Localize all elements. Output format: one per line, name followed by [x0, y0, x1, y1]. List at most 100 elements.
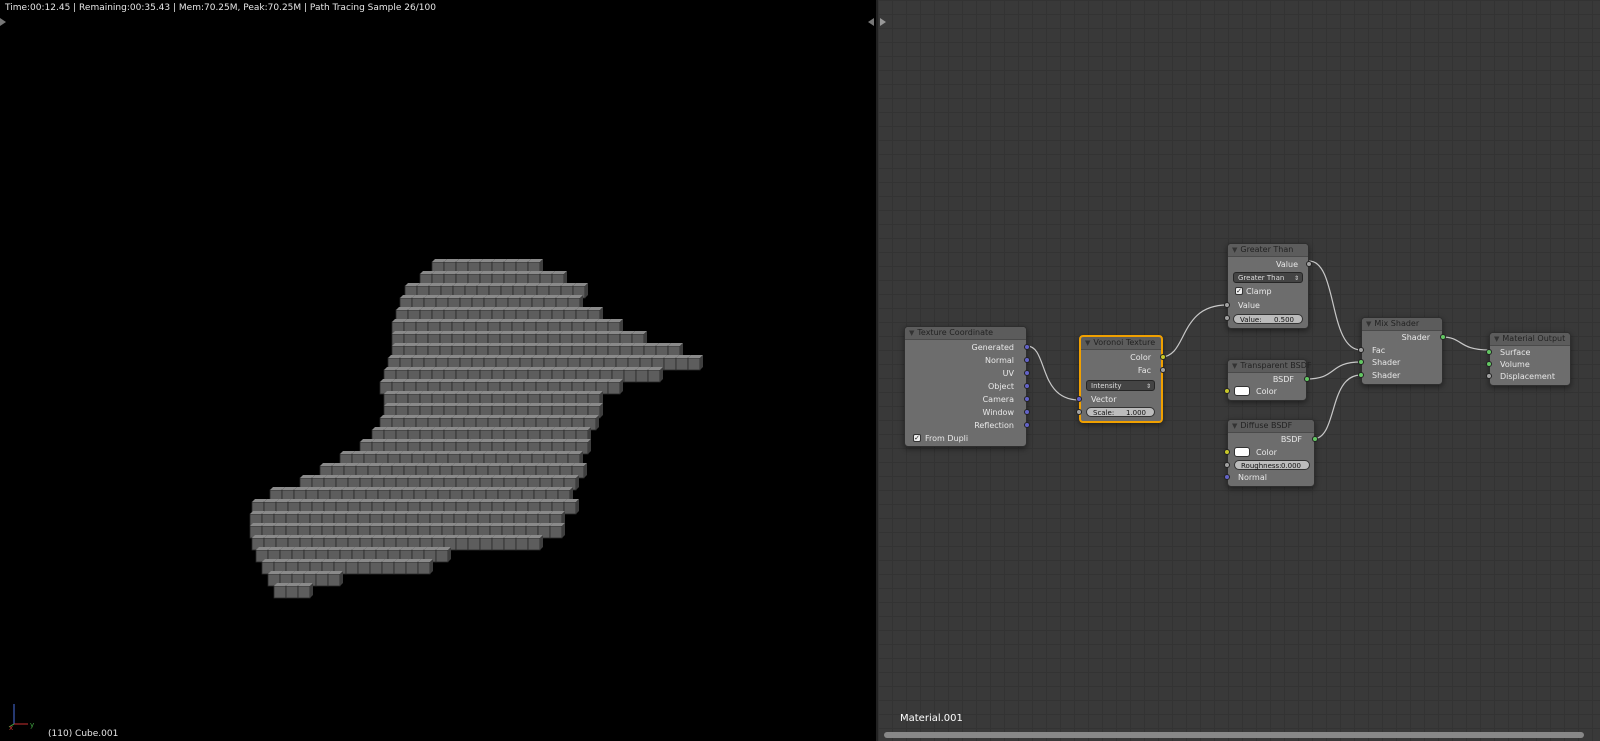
color-swatch[interactable]: [1234, 447, 1250, 457]
input-socket-fac[interactable]: [1358, 347, 1364, 353]
from-dupli-label: From Dupli: [925, 434, 969, 443]
field-value: 0.000: [1280, 462, 1301, 470]
horizontal-scrollbar[interactable]: [884, 732, 1584, 738]
output-label: UV: [1002, 369, 1014, 378]
output-label: BSDF: [1272, 375, 1294, 384]
output-socket[interactable]: [1024, 357, 1030, 363]
output-label: Object: [987, 382, 1014, 391]
clamp-checkbox[interactable]: ✓: [1235, 287, 1243, 295]
input-socket-normal[interactable]: [1224, 474, 1230, 480]
link-generated-vector: [1026, 345, 1080, 401]
axis-x-label: x: [9, 724, 13, 730]
output-socket-bsdf[interactable]: [1304, 376, 1310, 382]
output-label: Reflection: [974, 421, 1014, 430]
output-socket[interactable]: [1024, 409, 1030, 415]
dropdown-value: Intensity: [1091, 382, 1122, 390]
from-dupli-checkbox[interactable]: ✓: [913, 434, 921, 442]
node-title: Greater Than: [1240, 245, 1294, 254]
output-socket-color[interactable]: [1160, 354, 1166, 360]
node-header[interactable]: ▼ Greater Than: [1228, 244, 1308, 257]
input-socket-shader2[interactable]: [1358, 372, 1364, 378]
output-socket-value[interactable]: [1306, 261, 1312, 267]
output-label: Generated: [971, 343, 1014, 352]
roughness-field[interactable]: Roughness: 0.000: [1234, 460, 1310, 470]
dropdown-value: Greater Than: [1238, 274, 1285, 282]
node-header[interactable]: ▼ Transparent BSDF: [1228, 360, 1311, 373]
3d-viewport[interactable]: Time:00:12.45 | Remaining:00:35.43 | Mem…: [0, 0, 876, 741]
node-voronoi-texture[interactable]: ▼ Voronoi Texture Color Fac Intensity ⇕ Ve…: [1076, 335, 1166, 423]
voxel-model-render: [249, 259, 703, 599]
link-color-value: [1160, 304, 1228, 358]
node-header[interactable]: ▼ Material Output: [1490, 333, 1570, 346]
output-label: Camera: [982, 395, 1014, 404]
input-socket-volume[interactable]: [1486, 361, 1492, 367]
output-socket-fac[interactable]: [1160, 367, 1166, 373]
node-transparent-bsdf[interactable]: ▼ Transparent BSDF BSDF Color: [1224, 359, 1311, 401]
output-socket[interactable]: [1024, 422, 1030, 428]
node-mix-shader[interactable]: ▼ Mix Shader Shader Fac Shader Shader: [1358, 317, 1446, 385]
link-diffuse-shader: [1312, 374, 1362, 440]
node-title: Voronoi Texture: [1093, 338, 1156, 347]
input-label: Color: [1256, 387, 1277, 396]
node-title: Transparent BSDF: [1240, 361, 1312, 370]
output-label: Window: [982, 408, 1014, 417]
clamp-label: Clamp: [1246, 287, 1272, 296]
input-socket-color[interactable]: [1224, 388, 1230, 394]
node-title: Material Output: [1502, 334, 1566, 343]
output-socket[interactable]: [1024, 383, 1030, 389]
dropdown-arrow-icon: ⇕: [1293, 275, 1299, 282]
coloring-dropdown[interactable]: Intensity ⇕: [1086, 380, 1155, 391]
input-socket-value[interactable]: [1224, 302, 1230, 308]
input-label: Shader: [1372, 371, 1401, 380]
output-label: Normal: [985, 356, 1014, 365]
field-label: Roughness:: [1241, 462, 1282, 470]
node-header[interactable]: ▼ Diffuse BSDF: [1228, 420, 1314, 433]
input-socket-shader1[interactable]: [1358, 359, 1364, 365]
input-label: Shader: [1372, 358, 1401, 367]
field-value: 1.000: [1125, 409, 1146, 417]
field-label: Value:: [1240, 316, 1262, 324]
node-greater-than[interactable]: ▼ Greater Than Value Greater Than ⇕ ✓ Clam…: [1224, 243, 1312, 329]
scale-field[interactable]: Scale: 1.000: [1086, 407, 1155, 417]
node-material-output[interactable]: ▼ Material Output Surface Volume Displace…: [1486, 332, 1571, 386]
output-label: Fac: [1137, 366, 1151, 375]
output-socket-shader[interactable]: [1440, 334, 1446, 340]
input-socket-surface[interactable]: [1486, 349, 1492, 355]
output-socket[interactable]: [1024, 344, 1030, 350]
input-label: Surface: [1500, 348, 1531, 357]
output-label: Color: [1130, 353, 1151, 362]
link-value-fac: [1308, 260, 1362, 351]
field-label: Scale:: [1093, 409, 1115, 417]
output-label: Shader: [1401, 333, 1430, 342]
value-field[interactable]: Value: 0.500: [1233, 314, 1303, 324]
node-title: Texture Coordinate: [917, 328, 994, 337]
input-socket-color[interactable]: [1224, 449, 1230, 455]
node-texture-coordinate[interactable]: ▼ Texture Coordinate Generated Normal UV …: [904, 326, 1030, 447]
output-socket[interactable]: [1024, 396, 1030, 402]
node-header[interactable]: ▼ Voronoi Texture: [1081, 337, 1161, 350]
collapse-triangle-icon[interactable]: ▼: [1232, 244, 1237, 256]
output-label: Value: [1276, 260, 1298, 269]
color-swatch[interactable]: [1234, 386, 1250, 396]
node-header[interactable]: ▼ Mix Shader: [1362, 318, 1442, 331]
collapse-triangle-icon[interactable]: ▼: [1494, 333, 1499, 345]
operation-dropdown[interactable]: Greater Than ⇕: [1233, 272, 1303, 283]
field-value: 0.500: [1273, 316, 1294, 324]
collapse-triangle-icon[interactable]: ▼: [1366, 318, 1371, 330]
node-editor[interactable]: ▼ Texture Coordinate Generated Normal UV …: [878, 0, 1600, 741]
input-label: Fac: [1372, 346, 1386, 355]
input-socket-displacement[interactable]: [1486, 373, 1492, 379]
node-diffuse-bsdf[interactable]: ▼ Diffuse BSDF BSDF Color Roughness: 0.000…: [1224, 419, 1318, 487]
collapse-triangle-icon[interactable]: ▼: [909, 327, 914, 339]
collapse-triangle-icon[interactable]: ▼: [1232, 420, 1237, 432]
input-socket-vector[interactable]: [1076, 396, 1082, 402]
collapse-triangle-icon[interactable]: ▼: [1232, 360, 1237, 372]
input-socket-roughness[interactable]: [1224, 462, 1230, 468]
node-header[interactable]: ▼ Texture Coordinate: [905, 327, 1026, 340]
input-socket-scale[interactable]: [1076, 409, 1082, 415]
output-socket[interactable]: [1024, 370, 1030, 376]
collapse-triangle-icon[interactable]: ▼: [1085, 337, 1090, 349]
axis-gizmo-icon: x y: [8, 704, 34, 730]
input-socket-value2[interactable]: [1224, 315, 1230, 321]
output-socket-bsdf[interactable]: [1312, 436, 1318, 442]
